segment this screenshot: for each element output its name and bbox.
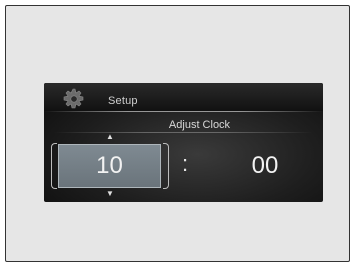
gear-icon — [57, 85, 89, 113]
hour-down-arrow-icon[interactable]: ▼ — [106, 190, 114, 198]
screen-subtitle: Adjust Clock — [168, 119, 231, 131]
title-label: Setup — [108, 95, 138, 107]
title-bar: Setup — [44, 83, 323, 111]
figure-frame: Setup Adjust Clock ▲ 10 ▼ : 00 — [5, 5, 350, 262]
time-separator: : — [182, 151, 189, 176]
title-divider — [44, 111, 323, 112]
setup-screen: Setup Adjust Clock ▲ 10 ▼ : 00 — [44, 83, 323, 202]
hour-bracket-right — [163, 143, 169, 189]
hour-value[interactable]: 10 — [58, 144, 161, 188]
subtitle-divider — [54, 132, 313, 133]
hour-up-arrow-icon[interactable]: ▲ — [106, 133, 114, 141]
minute-value[interactable]: 00 — [240, 144, 290, 188]
hour-bracket-left — [51, 143, 57, 189]
